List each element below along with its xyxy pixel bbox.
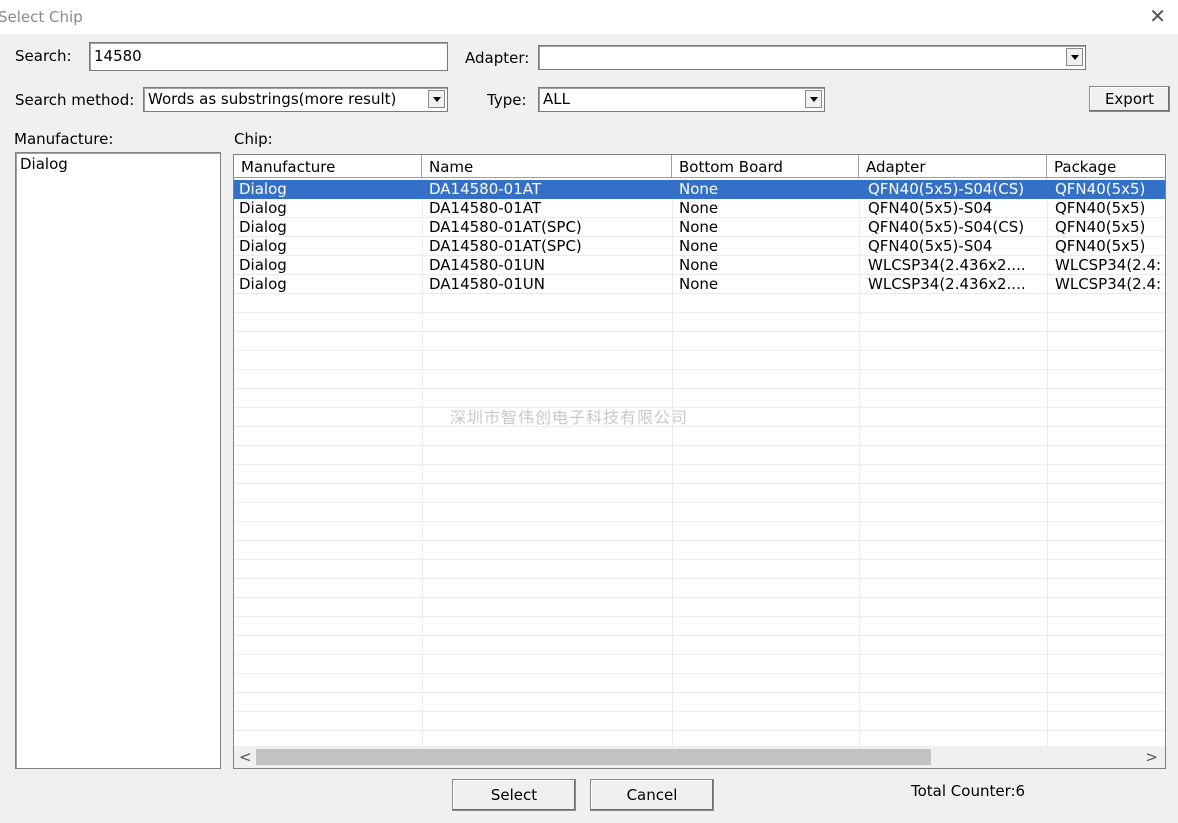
horizontal-scrollbar[interactable]: < > (234, 746, 1165, 768)
chevron-down-icon[interactable] (428, 90, 445, 108)
empty-table-row (234, 446, 1165, 465)
cancel-button[interactable]: Cancel (590, 779, 714, 811)
empty-table-row (234, 617, 1165, 636)
select-button[interactable]: Select (452, 779, 576, 811)
chip-table[interactable]: Manufacture Name Bottom Board Adapter Pa… (233, 154, 1166, 769)
empty-table-row (234, 693, 1165, 712)
title-bar (0, 0, 1178, 34)
empty-table-row (234, 370, 1165, 389)
table-cell: QFN40(5x5) (1055, 199, 1146, 217)
empty-table-row (234, 579, 1165, 598)
manufacture-list[interactable]: Dialog (15, 152, 221, 769)
empty-table-row (234, 408, 1165, 427)
type-select[interactable]: ALL (538, 87, 825, 112)
table-cell: None (679, 237, 719, 255)
empty-table-row (234, 484, 1165, 503)
table-cell: QFN40(5x5)-S04 (868, 237, 993, 255)
table-cell: QFN40(5x5)-S04(CS) (868, 180, 1025, 198)
table-cell: QFN40(5x5) (1055, 180, 1146, 198)
search-label: Search: (15, 47, 72, 65)
empty-table-row (234, 465, 1165, 484)
close-icon[interactable]: ✕ (1149, 4, 1166, 28)
table-row[interactable]: Dialog DA14580-01AT(SPC) None QFN40(5x5)… (234, 218, 1165, 237)
adapter-select[interactable] (538, 45, 1086, 70)
column-header[interactable]: Manufacture (234, 155, 422, 178)
chip-label: Chip: (234, 130, 273, 148)
table-cell: WLCSP34(2.4: (1055, 275, 1162, 293)
table-row[interactable]: Dialog DA14580-01AT None QFN40(5x5)-S04 … (234, 199, 1165, 218)
table-row[interactable]: Dialog DA14580-01UN None WLCSP34(2.436x2… (234, 275, 1165, 294)
column-header[interactable]: Name (422, 155, 672, 178)
search-input[interactable]: 14580 (89, 42, 448, 71)
table-row[interactable]: Dialog DA14580-01AT None QFN40(5x5)-S04(… (234, 180, 1165, 199)
table-row[interactable]: Dialog DA14580-01UN None WLCSP34(2.436x2… (234, 256, 1165, 275)
chevron-left-icon[interactable]: < (239, 748, 252, 766)
table-cell: None (679, 199, 719, 217)
empty-table-row (234, 674, 1165, 693)
watermark-text: 深圳市智伟创电子科技有限公司 (450, 408, 689, 427)
table-cell: DA14580-01AT (429, 199, 542, 217)
empty-table-row (234, 313, 1165, 332)
search-method-value: Words as substrings(more result) (148, 90, 397, 108)
table-cell: DA14580-01AT (429, 180, 542, 198)
table-cell: None (679, 256, 719, 274)
table-cell: None (679, 180, 719, 198)
table-cell: WLCSP34(2.4: (1055, 256, 1162, 274)
table-cell: QFN40(5x5)-S04 (868, 199, 993, 217)
empty-table-row (234, 541, 1165, 560)
chevron-down-icon[interactable] (805, 90, 822, 108)
chevron-right-icon[interactable]: > (1145, 748, 1158, 766)
chevron-down-icon[interactable] (1066, 48, 1083, 66)
table-cell: Dialog (239, 218, 287, 236)
column-header[interactable]: Adapter (859, 155, 1047, 178)
column-header[interactable]: Bottom Board (672, 155, 859, 178)
empty-table-row (234, 389, 1165, 408)
total-counter: Total Counter:6 (911, 782, 1026, 800)
search-method-select[interactable]: Words as substrings(more result) (143, 87, 448, 112)
table-cell: Dialog (239, 180, 287, 198)
table-cell: DA14580-01AT(SPC) (429, 237, 582, 255)
empty-table-row (234, 351, 1165, 370)
empty-table-row (234, 598, 1165, 617)
table-cell: Dialog (239, 275, 287, 293)
table-cell: None (679, 218, 719, 236)
empty-table-row (234, 655, 1165, 674)
type-label: Type: (487, 91, 527, 109)
table-cell: DA14580-01UN (429, 275, 545, 293)
table-cell: QFN40(5x5) (1055, 218, 1146, 236)
scrollbar-thumb[interactable] (256, 749, 931, 765)
empty-table-row (234, 636, 1165, 655)
type-select-value: ALL (543, 90, 570, 108)
empty-table-row (234, 294, 1165, 313)
empty-table-row (234, 427, 1165, 446)
list-item[interactable]: Dialog (16, 153, 220, 175)
table-cell: WLCSP34(2.436x2.... (868, 275, 1026, 293)
empty-table-row (234, 332, 1165, 351)
table-cell: DA14580-01AT(SPC) (429, 218, 582, 236)
table-cell: Dialog (239, 237, 287, 255)
empty-table-row (234, 503, 1165, 522)
search-method-label: Search method: (15, 91, 135, 109)
empty-table-row (234, 522, 1165, 541)
table-row[interactable]: Dialog DA14580-01AT(SPC) None QFN40(5x5)… (234, 237, 1165, 256)
table-cell: DA14580-01UN (429, 256, 545, 274)
table-cell: None (679, 275, 719, 293)
window-title: Select Chip (0, 8, 83, 26)
column-header[interactable]: Package (1047, 155, 1165, 178)
manufacture-label: Manufacture: (14, 130, 114, 148)
empty-table-row (234, 560, 1165, 579)
empty-table-row (234, 712, 1165, 731)
table-cell: QFN40(5x5) (1055, 237, 1146, 255)
adapter-label: Adapter: (465, 49, 530, 67)
export-button[interactable]: Export (1089, 86, 1170, 112)
table-cell: WLCSP34(2.436x2.... (868, 256, 1026, 274)
table-cell: Dialog (239, 256, 287, 274)
table-cell: Dialog (239, 199, 287, 217)
table-cell: QFN40(5x5)-S04(CS) (868, 218, 1025, 236)
